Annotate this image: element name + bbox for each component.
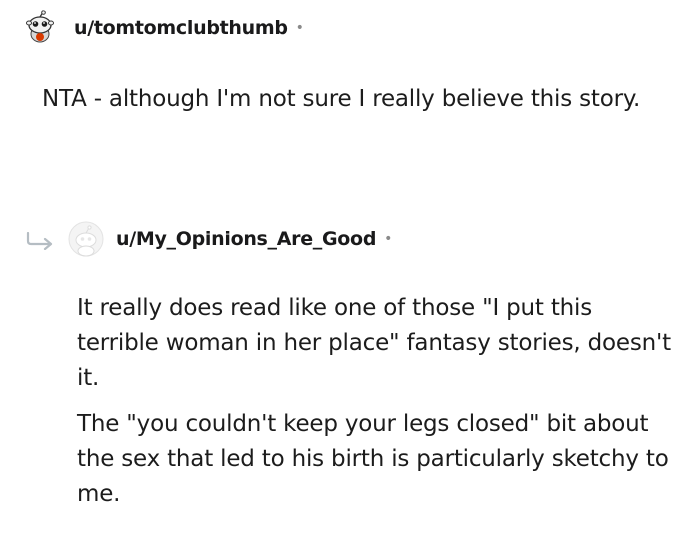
username[interactable]: u/My_Opinions_Are_Good bbox=[116, 228, 376, 250]
comment-paragraph: NTA - although I'm not sure I really bel… bbox=[42, 86, 641, 112]
separator-dot: • bbox=[295, 20, 304, 36]
comment-header: u/My_Opinions_Are_Good • bbox=[68, 221, 392, 257]
comment-body: It really does read like one of those "I… bbox=[77, 291, 677, 512]
username[interactable]: u/tomtomclubthumb bbox=[74, 17, 288, 39]
comment-paragraph: The "you couldn't keep your legs closed"… bbox=[77, 411, 669, 507]
reply-arrow-icon bbox=[26, 231, 56, 254]
comment-paragraph: It really does read like one of those "I… bbox=[77, 295, 671, 391]
default-avatar-icon[interactable] bbox=[68, 221, 104, 257]
comment-header: u/tomtomclubthumb • bbox=[22, 10, 304, 46]
separator-dot: • bbox=[384, 231, 393, 247]
comment-body: NTA - although I'm not sure I really bel… bbox=[42, 82, 642, 117]
snoo-avatar-icon[interactable] bbox=[22, 10, 58, 46]
